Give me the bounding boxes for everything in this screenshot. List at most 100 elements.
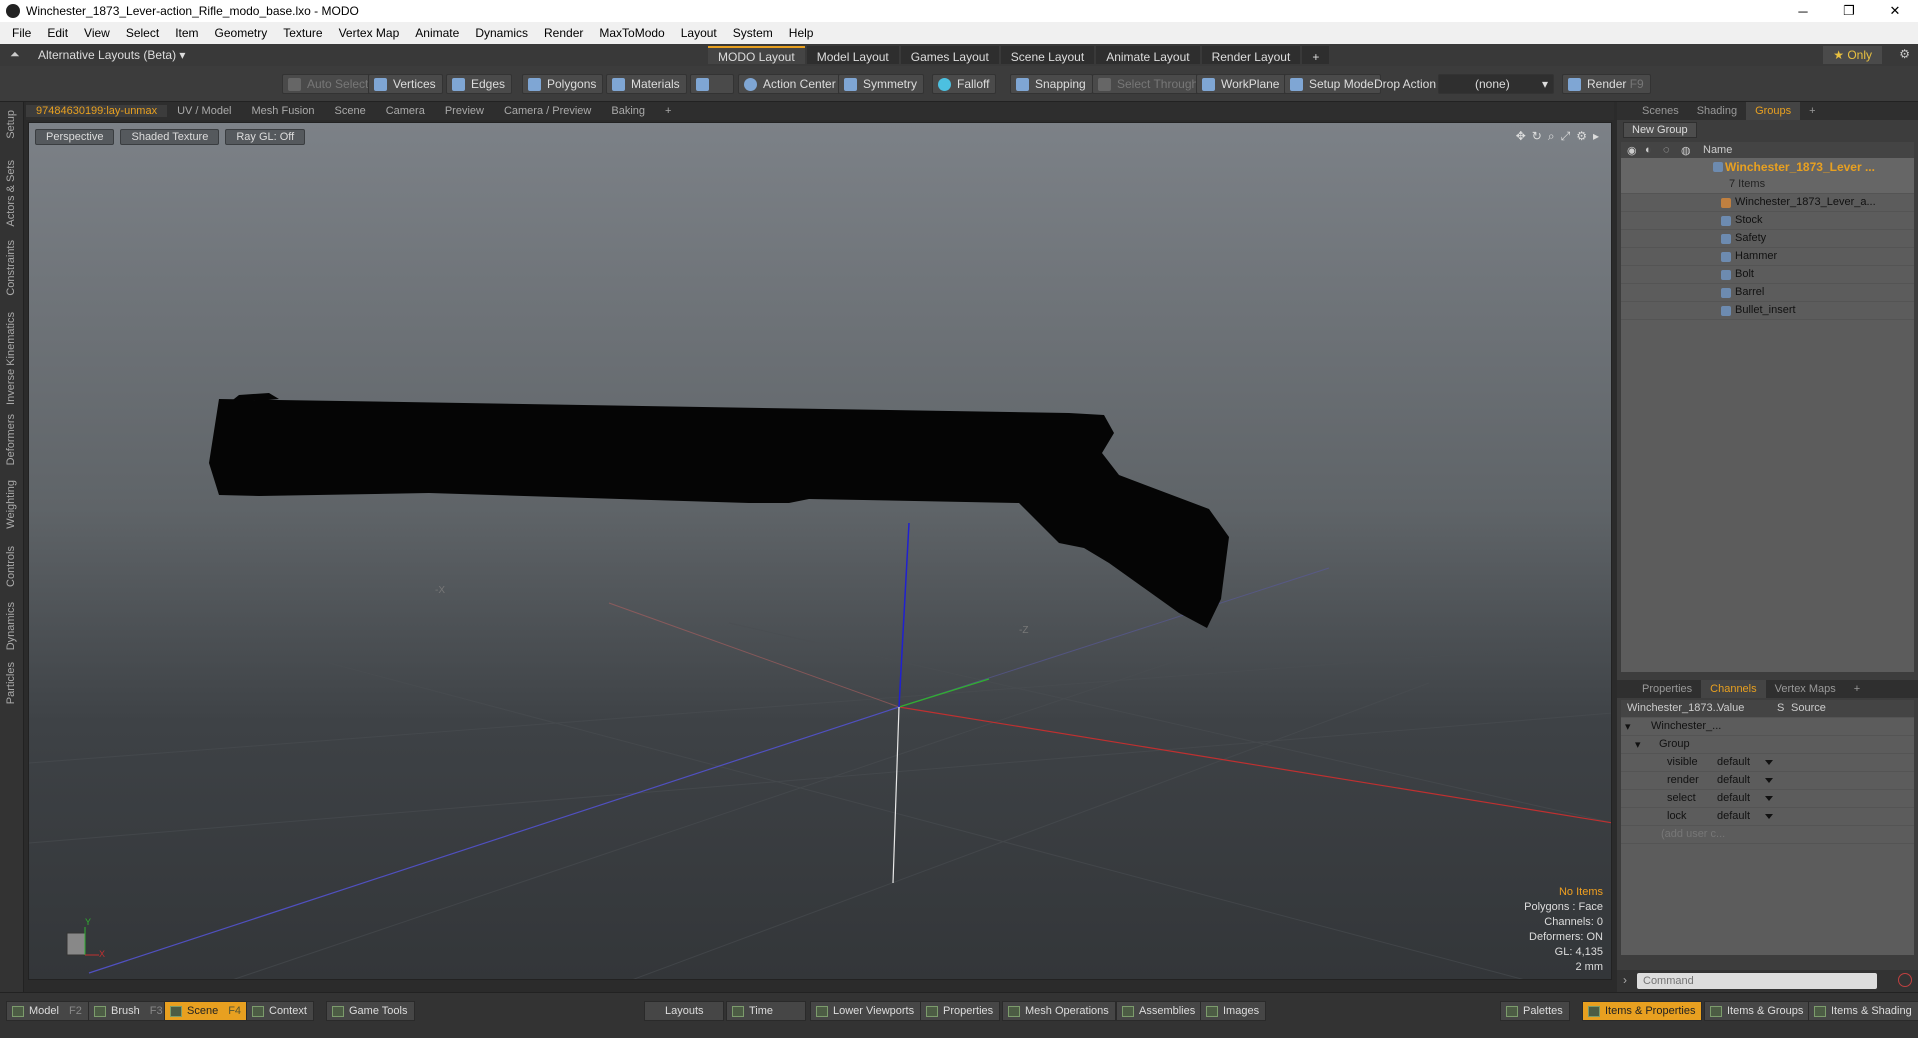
tab-baking[interactable]: Baking: [601, 105, 655, 117]
items-properties-button[interactable]: Items & Properties: [1582, 1001, 1703, 1021]
rotate-icon[interactable]: ↻: [1532, 129, 1542, 144]
strip-tab-constraints[interactable]: Constraints: [5, 240, 17, 296]
shading-dropdown[interactable]: Shaded Texture: [120, 129, 220, 145]
menu-animate[interactable]: Animate: [407, 26, 467, 40]
tab-viewport-main[interactable]: 97484630199:lay-unmax: [26, 105, 168, 117]
channel-group-row[interactable]: ▾ Group: [1621, 736, 1914, 754]
channel-row[interactable]: render default: [1621, 772, 1914, 790]
list-item[interactable]: Safety: [1621, 230, 1914, 248]
chevron-down-icon[interactable]: [1765, 796, 1773, 801]
new-group-button[interactable]: New Group: [1623, 122, 1697, 138]
gear-icon[interactable]: ⚙: [1899, 47, 1910, 61]
menu-system[interactable]: System: [725, 26, 781, 40]
tab-scene-layout[interactable]: Scene Layout: [1000, 46, 1095, 64]
menu-help[interactable]: Help: [781, 26, 822, 40]
falloff-button[interactable]: Falloff: [932, 74, 997, 94]
strip-tab-particles[interactable]: Particles: [5, 662, 17, 704]
assemblies-button[interactable]: Assemblies: [1116, 1001, 1203, 1021]
add-panel-tab-button[interactable]: +: [1800, 102, 1824, 120]
menu-select[interactable]: Select: [118, 26, 167, 40]
render-button[interactable]: Render F9: [1562, 74, 1651, 94]
eye-icon[interactable]: ◉: [1627, 144, 1637, 157]
tab-channels[interactable]: Channels: [1701, 680, 1766, 698]
list-item[interactable]: Barrel: [1621, 284, 1914, 302]
polygons-button[interactable]: Polygons: [522, 74, 604, 94]
materials-button[interactable]: Materials: [606, 74, 687, 94]
add-channels-tab-button[interactable]: +: [1845, 680, 1869, 698]
menu-vertex-map[interactable]: Vertex Map: [331, 26, 408, 40]
menu-texture[interactable]: Texture: [275, 26, 330, 40]
pan-icon[interactable]: ✥: [1516, 129, 1526, 144]
list-item[interactable]: Hammer: [1621, 248, 1914, 266]
drop-action-select[interactable]: (none) ▾: [1438, 74, 1554, 94]
strip-tab-ik[interactable]: Inverse Kinematics: [5, 312, 17, 405]
3d-viewport[interactable]: -X -Z Y X Perspective Shaded Texture Ray…: [28, 122, 1612, 980]
menu-maxtomodo[interactable]: MaxToModo: [591, 26, 672, 40]
maximize-button[interactable]: ❐: [1826, 0, 1872, 22]
collapse-icon[interactable]: ⏶: [10, 47, 20, 62]
strip-tab-dynamics[interactable]: Dynamics: [5, 602, 17, 650]
menu-render[interactable]: Render: [536, 26, 591, 40]
tab-model-layout[interactable]: Model Layout: [806, 46, 899, 64]
tab-camera[interactable]: Camera: [376, 105, 435, 117]
lower-viewports-button[interactable]: Lower Viewports: [810, 1001, 922, 1021]
channel-value[interactable]: default: [1717, 810, 1750, 822]
channel-value[interactable]: default: [1717, 792, 1750, 804]
scene-button[interactable]: Scene F4: [164, 1001, 249, 1021]
chevron-down-icon[interactable]: [1765, 814, 1773, 819]
channel-row[interactable]: visible default: [1621, 754, 1914, 772]
add-tab-button[interactable]: +: [655, 105, 681, 117]
chevron-down-icon[interactable]: [1765, 760, 1773, 765]
setup-mode-button[interactable]: Setup Mode: [1284, 74, 1381, 94]
strip-tab-actors[interactable]: Actors & Sets: [5, 160, 17, 227]
tab-modo-layout[interactable]: MODO Layout: [708, 46, 805, 64]
channel-row[interactable]: lock default: [1621, 808, 1914, 826]
menu-geometry[interactable]: Geometry: [207, 26, 276, 40]
add-user-channel-row[interactable]: (add user c...: [1621, 826, 1914, 844]
channel-root-row[interactable]: ▾ Winchester_...: [1621, 718, 1914, 736]
brush-button[interactable]: Brush F3: [88, 1001, 170, 1021]
tab-animate-layout[interactable]: Animate Layout: [1096, 46, 1200, 64]
menu-file[interactable]: File: [4, 26, 39, 40]
context-button[interactable]: Context: [246, 1001, 314, 1021]
symmetry-button[interactable]: Symmetry: [838, 74, 924, 94]
game-tools-button[interactable]: Game Tools: [326, 1001, 415, 1021]
items-groups-button[interactable]: Items & Groups: [1704, 1001, 1811, 1021]
workplane-button[interactable]: WorkPlane: [1196, 74, 1287, 94]
expand-icon[interactable]: ▸: [1593, 129, 1599, 144]
strip-tab-deformers[interactable]: Deformers: [5, 414, 17, 465]
auto-select-button[interactable]: Auto Select: [282, 74, 376, 94]
menu-dynamics[interactable]: Dynamics: [467, 26, 536, 40]
time-button[interactable]: Time: [726, 1001, 806, 1021]
tab-mesh-fusion[interactable]: Mesh Fusion: [242, 105, 325, 117]
list-item[interactable]: Bullet_insert: [1621, 302, 1914, 320]
perspective-dropdown[interactable]: Perspective: [35, 129, 115, 145]
tab-games-layout[interactable]: Games Layout: [900, 46, 999, 64]
raygl-toggle[interactable]: Ray GL: Off: [225, 129, 306, 145]
group-root-row[interactable]: Winchester_1873_Lever ... 7 Items: [1621, 158, 1914, 194]
properties-button[interactable]: Properties: [920, 1001, 1001, 1021]
list-item[interactable]: Winchester_1873_Lever_a...: [1621, 194, 1914, 212]
channel-row[interactable]: select default: [1621, 790, 1914, 808]
select-through-button[interactable]: Select Through: [1092, 74, 1206, 94]
strip-tab-setup[interactable]: Setup: [5, 110, 17, 139]
tab-preview[interactable]: Preview: [435, 105, 494, 117]
select-mode-icons[interactable]: [690, 74, 734, 94]
edges-button[interactable]: Edges: [446, 74, 513, 94]
minimize-button[interactable]: ─: [1780, 0, 1826, 22]
alternative-layouts-dropdown[interactable]: Alternative Layouts (Beta) ▾: [38, 48, 185, 62]
menu-item[interactable]: Item: [167, 26, 206, 40]
viewport-gear-icon[interactable]: ⚙: [1576, 129, 1587, 144]
tab-properties[interactable]: Properties: [1633, 680, 1701, 698]
select-col-icon[interactable]: ◍: [1681, 144, 1691, 157]
channel-value[interactable]: default: [1717, 774, 1750, 786]
command-input[interactable]: [1637, 973, 1877, 989]
render-col-icon[interactable]: ◐: [1645, 144, 1652, 156]
fit-icon[interactable]: ⤢: [1561, 129, 1571, 144]
only-toggle[interactable]: ★ Only: [1823, 46, 1882, 64]
tab-scene[interactable]: Scene: [325, 105, 376, 117]
tab-render-layout[interactable]: Render Layout: [1201, 46, 1301, 64]
palettes-button[interactable]: Palettes: [1500, 1001, 1570, 1021]
vertices-button[interactable]: Vertices: [368, 74, 443, 94]
model-button[interactable]: Model F2: [6, 1001, 89, 1021]
